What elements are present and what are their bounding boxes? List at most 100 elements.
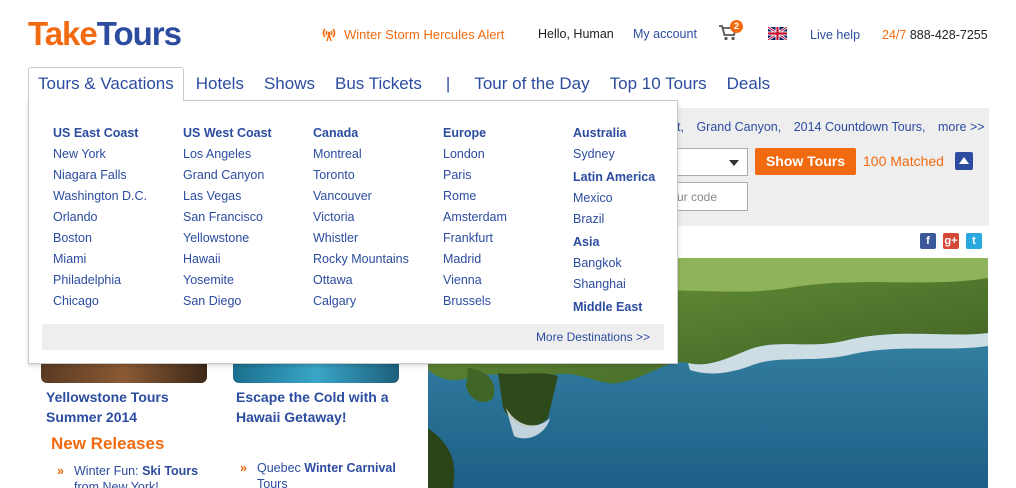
google-plus-icon[interactable]: g+	[943, 233, 959, 249]
nav-tour-of-the-day[interactable]: Tour of the Day	[464, 68, 599, 100]
dest-link[interactable]: San Francisco	[183, 207, 313, 228]
heading-us-east-coast[interactable]: US East Coast	[53, 123, 183, 144]
dest-link[interactable]: Rome	[443, 186, 573, 207]
nav-shows[interactable]: Shows	[254, 68, 325, 100]
heading-europe[interactable]: Europe	[443, 123, 573, 144]
tours-dropdown-menu: US East Coast New York Niagara Falls Was…	[28, 100, 678, 364]
heading-canada[interactable]: Canada	[313, 123, 443, 144]
feature-caption-hawaii[interactable]: Escape the Cold with a Hawaii Getaway!	[236, 387, 416, 427]
popular-link-more[interactable]: more >>	[938, 120, 985, 134]
phone-number: 24/7 888-428-7255	[882, 28, 988, 42]
dest-link-bangkok[interactable]: Bangkok	[573, 253, 703, 274]
promo2-bold: Winter Carnival	[304, 461, 396, 475]
column-europe: Europe London Paris Rome Amsterdam Frank…	[443, 123, 573, 318]
main-nav: Tours & Vacations Hotels Shows Bus Ticke…	[28, 67, 780, 101]
social-links: f g+ t	[920, 233, 982, 249]
dest-link[interactable]: Madrid	[443, 249, 573, 270]
popular-link-countdown[interactable]: 2014 Countdown Tours,	[794, 120, 926, 134]
phone-digits: 888-428-7255	[909, 28, 988, 42]
live-help-link[interactable]: Live help	[810, 28, 860, 42]
popular-link-grand-canyon[interactable]: Grand Canyon,	[696, 120, 781, 134]
dest-link[interactable]: Victoria	[313, 207, 443, 228]
dest-link-mexico[interactable]: Mexico	[573, 188, 703, 209]
nav-separator: |	[445, 74, 451, 93]
dest-link[interactable]: Chicago	[53, 291, 183, 312]
dest-link[interactable]: Yosemite	[183, 270, 313, 291]
my-account-link[interactable]: My account	[633, 27, 697, 41]
dest-link[interactable]: Yellowstone	[183, 228, 313, 249]
dest-link[interactable]: Hawaii	[183, 249, 313, 270]
dest-link[interactable]: Boston	[53, 228, 183, 249]
alert-text: Winter Storm Hercules Alert	[344, 26, 505, 42]
cart-button[interactable]: 2	[718, 20, 743, 44]
promo1-bold: Ski Tours	[142, 464, 199, 478]
feature-caption-yellowstone[interactable]: Yellowstone Tours Summer 2014	[46, 387, 216, 427]
matched-count: 100 Matched	[863, 153, 944, 169]
dest-link[interactable]: Philadelphia	[53, 270, 183, 291]
phone-prefix: 24/7	[882, 28, 907, 42]
nav-tours-vacations[interactable]: Tours & Vacations	[28, 67, 184, 101]
column-canada: Canada Montreal Toronto Vancouver Victor…	[313, 123, 443, 318]
twitter-icon[interactable]: t	[966, 233, 982, 249]
heading-latin-america[interactable]: Latin America	[573, 167, 703, 188]
dest-link[interactable]: Ottawa	[313, 270, 443, 291]
dest-link[interactable]: Calgary	[313, 291, 443, 312]
nav-bus-tickets[interactable]: Bus Tickets	[325, 68, 432, 100]
logo-take: Take	[28, 15, 98, 52]
dest-link[interactable]: Paris	[443, 165, 573, 186]
dest-link[interactable]: Vancouver	[313, 186, 443, 207]
dest-link[interactable]: Rocky Mountains	[313, 249, 443, 270]
page: TakeTours Winter Storm Hercules Alert He…	[0, 0, 1016, 488]
dest-link[interactable]: Niagara Falls	[53, 165, 183, 186]
dest-link-brazil[interactable]: Brazil	[573, 209, 703, 230]
bullet-icon: »	[240, 461, 247, 475]
facebook-icon[interactable]: f	[920, 233, 936, 249]
heading-australia[interactable]: Australia	[573, 123, 703, 144]
show-tours-button[interactable]: Show Tours	[755, 148, 856, 175]
heading-us-west-coast[interactable]: US West Coast	[183, 123, 313, 144]
taketours-logo[interactable]: TakeTours	[28, 14, 182, 54]
user-greeting: Hello, Human	[538, 27, 614, 41]
dest-link[interactable]: Grand Canyon	[183, 165, 313, 186]
promo2-pre: Quebec	[257, 461, 305, 475]
promo-ski-tours[interactable]: » Winter Fun: Ski Tours from New York!	[57, 463, 217, 488]
dest-link[interactable]: Toronto	[313, 165, 443, 186]
destination-columns: US East Coast New York Niagara Falls Was…	[53, 123, 703, 318]
collapse-up-icon[interactable]	[955, 152, 973, 170]
dest-link[interactable]: Montreal	[313, 144, 443, 165]
dest-link[interactable]: Amsterdam	[443, 207, 573, 228]
storm-alert-link[interactable]: Winter Storm Hercules Alert	[320, 26, 504, 42]
chevron-down-icon	[729, 160, 739, 166]
promo2-post: Tours	[257, 477, 288, 488]
dest-link[interactable]: Los Angeles	[183, 144, 313, 165]
popular-links: t, Grand Canyon, 2014 Countdown Tours, m…	[677, 120, 994, 134]
dest-link[interactable]: Orlando	[53, 207, 183, 228]
column-us-east: US East Coast New York Niagara Falls Was…	[53, 123, 183, 318]
dest-link[interactable]: New York	[53, 144, 183, 165]
more-destinations-bar: More Destinations >>	[42, 324, 664, 350]
nav-top-10-tours[interactable]: Top 10 Tours	[600, 68, 717, 100]
logo-tours: Tours	[96, 15, 182, 52]
dest-link[interactable]: San Diego	[183, 291, 313, 312]
promo1-pre: Winter Fun:	[74, 464, 143, 478]
promo-winter-carnival[interactable]: » Quebec Winter Carnival Tours	[240, 460, 420, 488]
dest-link-sydney[interactable]: Sydney	[573, 144, 703, 165]
heading-asia[interactable]: Asia	[573, 232, 703, 253]
dest-link[interactable]: Washington D.C.	[53, 186, 183, 207]
dest-link[interactable]: Frankfurt	[443, 228, 573, 249]
bullet-icon: »	[57, 464, 64, 478]
dest-link[interactable]: Vienna	[443, 270, 573, 291]
nav-deals[interactable]: Deals	[717, 68, 780, 100]
dest-link[interactable]: Brussels	[443, 291, 573, 312]
dest-link-shanghai[interactable]: Shanghai	[573, 274, 703, 295]
promo-winter-carnival-text: Quebec Winter Carnival Tours	[240, 460, 420, 488]
uk-flag-icon[interactable]	[768, 27, 787, 40]
nav-hotels[interactable]: Hotels	[186, 68, 254, 100]
dest-link[interactable]: Miami	[53, 249, 183, 270]
dest-link[interactable]: London	[443, 144, 573, 165]
dest-link[interactable]: Las Vegas	[183, 186, 313, 207]
heading-middle-east[interactable]: Middle East	[573, 297, 703, 318]
dest-link[interactable]: Whistler	[313, 228, 443, 249]
promo-ski-tours-text: Winter Fun: Ski Tours from New York!	[57, 463, 217, 488]
more-destinations-link[interactable]: More Destinations >>	[536, 330, 650, 344]
